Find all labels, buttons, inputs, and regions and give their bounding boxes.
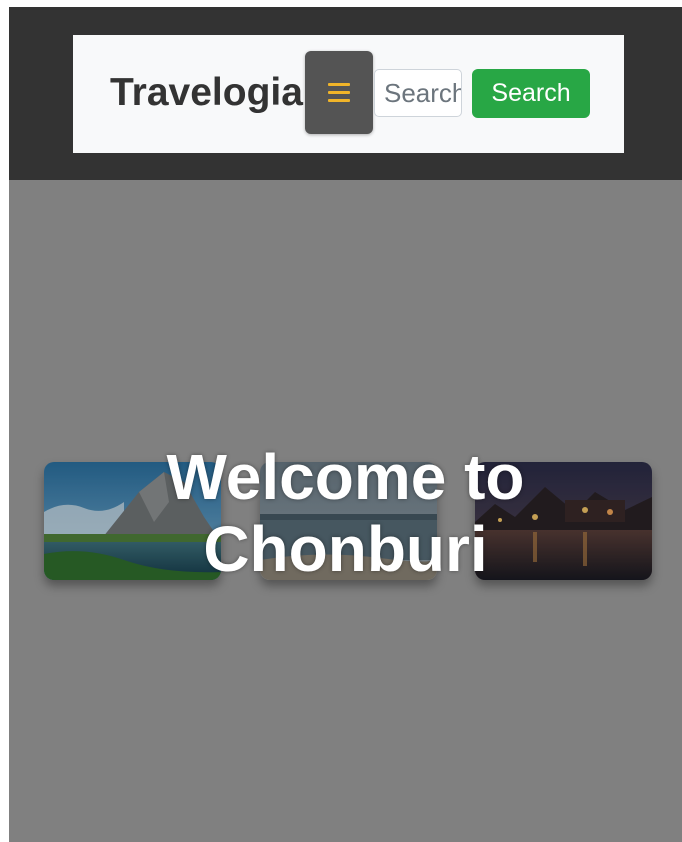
search-input[interactable] bbox=[374, 69, 462, 117]
page-frame: Travelogia Search Search Welcome to Chon… bbox=[9, 7, 682, 842]
hero-title-line-2: Chonburi bbox=[203, 513, 488, 585]
navbar-toggler-button[interactable] bbox=[305, 51, 373, 134]
search-button[interactable]: Search bbox=[472, 69, 590, 118]
header-bar: Travelogia Search bbox=[9, 7, 682, 180]
navbar: Travelogia Search bbox=[73, 35, 624, 153]
brand-logo[interactable]: Travelogia bbox=[110, 71, 303, 115]
hamburger-icon bbox=[328, 83, 350, 102]
hero-title-line-1: Welcome to bbox=[166, 441, 525, 513]
hero-title: Welcome to Chonburi bbox=[9, 441, 682, 585]
